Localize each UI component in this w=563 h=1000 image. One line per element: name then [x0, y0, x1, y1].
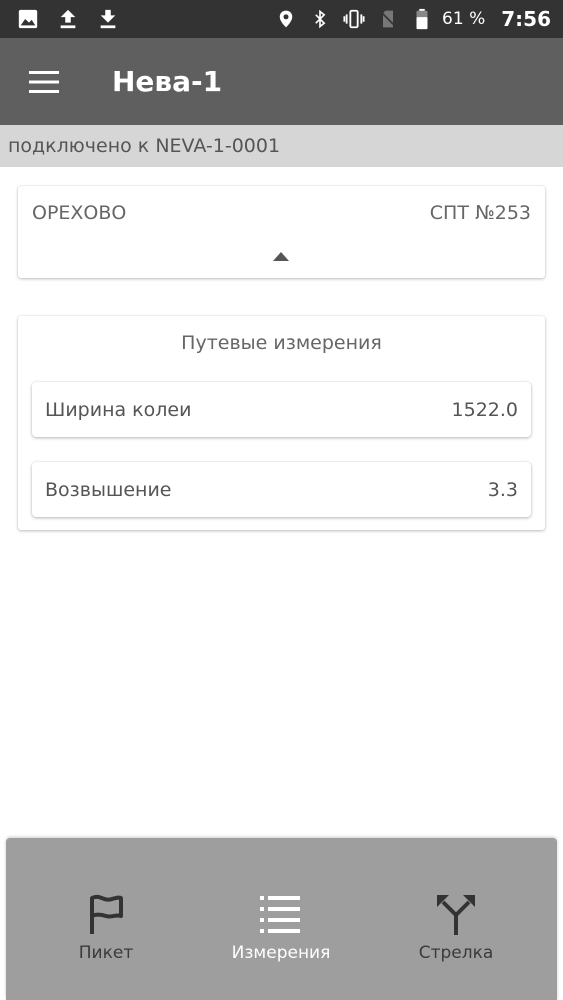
image-icon [16, 7, 40, 31]
list-icon [259, 893, 303, 937]
measurement-value: 1522.0 [451, 398, 518, 421]
measurements-card: Путевые измерения Ширина колеи 1522.0 Во… [18, 316, 545, 530]
caret-up-icon [273, 252, 289, 261]
vibrate-icon [342, 7, 366, 31]
battery-icon [410, 7, 434, 31]
battery-percent: 61 % [442, 9, 486, 29]
app-bar: Нева-1 [0, 38, 563, 125]
bottom-navigation: Пикет Измерения Стрелка [6, 838, 557, 1000]
connection-status: подключено к NEVA-1-0001 [0, 125, 563, 167]
collapse-button[interactable] [271, 246, 291, 266]
switch-post: СПТ №253 [429, 202, 531, 224]
status-right: 61 % 7:56 [264, 7, 551, 31]
clock: 7:56 [501, 7, 551, 31]
download-icon [96, 7, 120, 31]
status-left [16, 7, 136, 31]
nav-item-picket[interactable]: Пикет [21, 893, 191, 973]
app-title: Нева-1 [112, 65, 223, 98]
nav-item-switch[interactable]: Стрелка [371, 893, 541, 973]
no-sim-icon [376, 7, 400, 31]
station-name: ОРЕХОВО [32, 202, 127, 224]
measurement-value: 3.3 [487, 478, 518, 501]
fork-icon [434, 893, 478, 937]
hamburger-icon [29, 70, 59, 93]
nav-label: Измерения [231, 943, 331, 963]
bluetooth-icon [308, 7, 332, 31]
measurements-title: Путевые измерения [181, 332, 382, 354]
nav-label: Стрелка [418, 943, 494, 963]
menu-button[interactable] [14, 52, 74, 112]
measurement-row-gauge[interactable]: Ширина колеи 1522.0 [32, 382, 531, 437]
nav-item-measurements[interactable]: Измерения [196, 893, 366, 973]
location-icon [274, 7, 298, 31]
upload-icon [56, 7, 80, 31]
measurement-row-elevation[interactable]: Возвышение 3.3 [32, 462, 531, 517]
measurement-label: Возвышение [45, 478, 172, 501]
measurement-label: Ширина колеи [45, 398, 192, 421]
flag-icon [84, 893, 128, 937]
nav-label: Пикет [78, 943, 134, 963]
status-bar: 61 % 7:56 [0, 0, 563, 38]
location-card[interactable]: ОРЕХОВО СПТ №253 [18, 186, 545, 278]
